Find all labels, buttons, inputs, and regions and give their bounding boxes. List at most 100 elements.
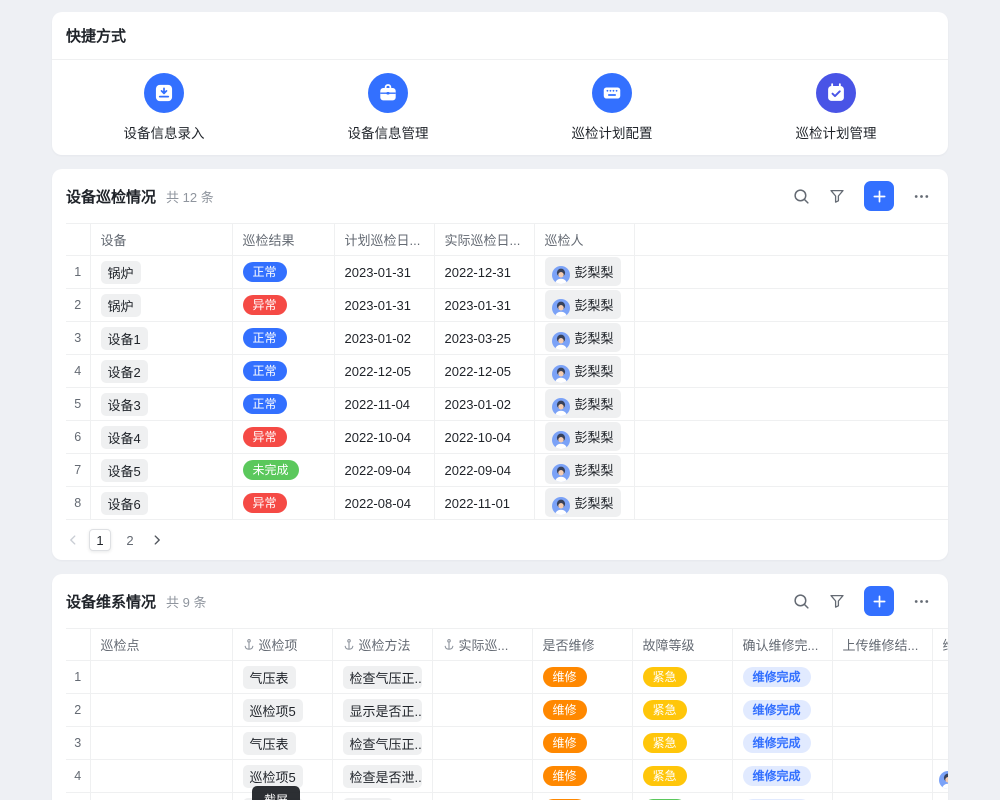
inspection-row[interactable]: 2 锅炉 异常 2023-01-31 2023-01-31 彭梨梨 — [66, 289, 948, 322]
upload-cell[interactable] — [832, 760, 932, 793]
inspection-row[interactable]: 7 设备5 未完成 2022-09-04 2022-09-04 彭梨梨 — [66, 454, 948, 487]
page-2-button[interactable]: 2 — [119, 529, 141, 551]
column-header[interactable]: 上传维修结... — [832, 629, 932, 661]
actual-date-cell[interactable]: 2023-03-25 — [434, 322, 534, 355]
assignee-cell[interactable] — [932, 661, 948, 694]
maintenance-row[interactable]: 3 气压表 检查气压正... 维修 紧急 维修完成 — [66, 727, 948, 760]
maintenance-row[interactable]: 2 巡检项5 显示是否正... 维修 紧急 维修完成 — [66, 694, 948, 727]
planned-date-cell[interactable]: 2023-01-31 — [334, 289, 434, 322]
result-cell[interactable]: 未完成 — [232, 454, 334, 487]
assignee-cell[interactable] — [932, 793, 948, 800]
confirm-cell[interactable]: 维修完成 — [732, 760, 832, 793]
shortcut-plan-config[interactable]: 巡检计划配置 — [500, 73, 724, 142]
repair-cell[interactable]: 维修 — [532, 793, 632, 800]
repair-cell[interactable]: 维修 — [532, 661, 632, 694]
inspector-cell[interactable]: 彭梨梨 — [534, 388, 634, 421]
maintenance-row[interactable]: 4 巡检项5 检查是否泄... 维修 紧急 维修完成 — [66, 760, 948, 793]
item-cell[interactable]: 气压表 — [232, 661, 332, 694]
inspector-cell[interactable]: 彭梨梨 — [534, 355, 634, 388]
point-cell[interactable] — [90, 727, 232, 760]
level-cell[interactable]: 一般 — [632, 793, 732, 800]
page-1-button[interactable]: 1 — [89, 529, 111, 551]
more-icon[interactable] — [913, 188, 930, 205]
actual-cell[interactable] — [432, 793, 532, 800]
actual-date-cell[interactable]: 2023-01-31 — [434, 289, 534, 322]
level-cell[interactable]: 紧急 — [632, 661, 732, 694]
inspection-row[interactable]: 8 设备6 异常 2022-08-04 2022-11-01 彭梨梨 — [66, 487, 948, 520]
planned-date-cell[interactable]: 2022-12-05 — [334, 355, 434, 388]
add-record-button[interactable] — [864, 181, 894, 211]
method-cell[interactable]: 显示是否正... — [332, 694, 432, 727]
column-header[interactable]: 维... — [932, 629, 948, 661]
column-header[interactable]: 计划巡检日... — [334, 224, 434, 256]
inspection-row[interactable]: 6 设备4 异常 2022-10-04 2022-10-04 彭梨梨 — [66, 421, 948, 454]
result-cell[interactable]: 异常 — [232, 421, 334, 454]
filter-icon[interactable] — [829, 188, 845, 204]
assignee-cell[interactable] — [932, 760, 948, 793]
prev-page-button[interactable] — [66, 533, 80, 547]
device-cell[interactable]: 设备6 — [90, 487, 232, 520]
column-header[interactable]: 实际巡检日... — [434, 224, 534, 256]
shortcut-device-manage[interactable]: 设备信息管理 — [276, 73, 500, 142]
point-cell[interactable] — [90, 793, 232, 800]
device-cell[interactable]: 设备2 — [90, 355, 232, 388]
result-cell[interactable]: 异常 — [232, 289, 334, 322]
column-header[interactable]: 实际巡... — [432, 629, 532, 661]
actual-date-cell[interactable]: 2022-12-31 — [434, 256, 534, 289]
repair-cell[interactable]: 维修 — [532, 760, 632, 793]
result-cell[interactable]: 正常 — [232, 322, 334, 355]
column-header[interactable]: 是否维修 — [532, 629, 632, 661]
method-cell[interactable]: 检查是否泄... — [332, 760, 432, 793]
inspector-cell[interactable]: 彭梨梨 — [534, 454, 634, 487]
inspection-row[interactable]: 3 设备1 正常 2023-01-02 2023-03-25 彭梨梨 — [66, 322, 948, 355]
device-cell[interactable]: 设备1 — [90, 322, 232, 355]
method-cell[interactable]: 检查气压正... — [332, 661, 432, 694]
confirm-cell[interactable]: 维修完成 — [732, 694, 832, 727]
maintenance-row[interactable]: 1 气压表 检查气压正... 维修 紧急 维修完成 — [66, 661, 948, 694]
device-cell[interactable]: 设备3 — [90, 388, 232, 421]
inspector-cell[interactable]: 彭梨梨 — [534, 487, 634, 520]
repair-cell[interactable]: 维修 — [532, 694, 632, 727]
upload-cell[interactable] — [832, 661, 932, 694]
upload-cell[interactable] — [832, 727, 932, 760]
result-cell[interactable]: 异常 — [232, 487, 334, 520]
next-page-button[interactable] — [150, 533, 164, 547]
result-cell[interactable]: 正常 — [232, 355, 334, 388]
actual-cell[interactable] — [432, 760, 532, 793]
device-cell[interactable]: 锅炉 — [90, 289, 232, 322]
planned-date-cell[interactable]: 2023-01-31 — [334, 256, 434, 289]
actual-date-cell[interactable]: 2022-12-05 — [434, 355, 534, 388]
inspector-cell[interactable]: 彭梨梨 — [534, 322, 634, 355]
inspection-row[interactable]: 5 设备3 正常 2022-11-04 2023-01-02 彭梨梨 — [66, 388, 948, 421]
point-cell[interactable] — [90, 760, 232, 793]
method-cell[interactable]: 检查气压正... — [332, 727, 432, 760]
actual-cell[interactable] — [432, 727, 532, 760]
shortcut-plan-manage[interactable]: 巡检计划管理 — [724, 73, 948, 142]
item-cell[interactable]: 巡检项5 — [232, 694, 332, 727]
column-header[interactable]: 巡检结果 — [232, 224, 334, 256]
search-icon[interactable] — [793, 593, 810, 610]
inspector-cell[interactable]: 彭梨梨 — [534, 289, 634, 322]
inspector-cell[interactable]: 彭梨梨 — [534, 421, 634, 454]
device-cell[interactable]: 设备5 — [90, 454, 232, 487]
method-cell[interactable]: 显示... — [332, 793, 432, 800]
column-header[interactable]: 巡检项 — [232, 629, 332, 661]
assignee-cell[interactable] — [932, 727, 948, 760]
device-cell[interactable]: 设备4 — [90, 421, 232, 454]
level-cell[interactable]: 紧急 — [632, 694, 732, 727]
actual-date-cell[interactable]: 2022-10-04 — [434, 421, 534, 454]
confirm-cell[interactable]: 维修完成 — [732, 793, 832, 800]
level-cell[interactable]: 紧急 — [632, 760, 732, 793]
search-icon[interactable] — [793, 188, 810, 205]
assignee-cell[interactable] — [932, 694, 948, 727]
filter-icon[interactable] — [829, 593, 845, 609]
planned-date-cell[interactable]: 2022-10-04 — [334, 421, 434, 454]
item-cell[interactable]: 气压表 — [232, 727, 332, 760]
column-header[interactable]: 巡检方法 — [332, 629, 432, 661]
point-cell[interactable] — [90, 661, 232, 694]
inspection-row[interactable]: 4 设备2 正常 2022-12-05 2022-12-05 彭梨梨 — [66, 355, 948, 388]
actual-date-cell[interactable]: 2023-01-02 — [434, 388, 534, 421]
device-cell[interactable]: 锅炉 — [90, 256, 232, 289]
add-record-button[interactable] — [864, 586, 894, 616]
column-header[interactable]: 巡检点 — [90, 629, 232, 661]
